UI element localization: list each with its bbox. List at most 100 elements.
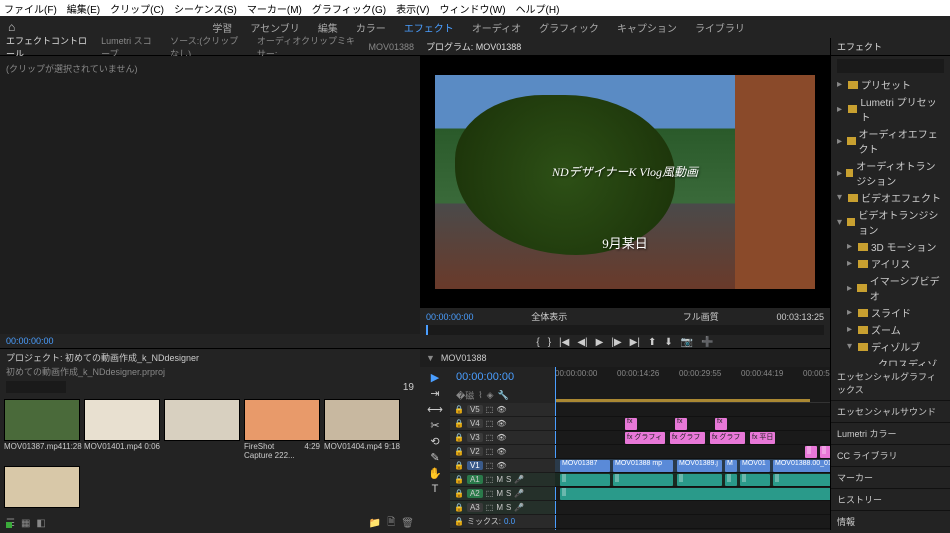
lock-icon[interactable]: 🔒 (454, 433, 464, 442)
menu-item[interactable]: クリップ(C) (110, 1, 164, 16)
clip[interactable] (613, 474, 673, 486)
pen-icon[interactable]: ✎ (430, 451, 439, 464)
collapsed-panel-header[interactable]: Lumetri カラー (831, 423, 950, 445)
ripple-icon[interactable]: ⟷ (427, 403, 443, 416)
timeline-content[interactable]: 00:00:00:0000:00:14:2600:00:29:5500:00:4… (555, 367, 830, 533)
project-item[interactable]: MOV01387.mp411:28 (4, 399, 80, 462)
snap-icon[interactable]: �磁 (456, 389, 474, 402)
lift-icon[interactable]: ⬆ (648, 337, 656, 348)
slip-icon[interactable]: ⟲ (430, 435, 439, 448)
lock-icon[interactable]: 🔒 (454, 475, 464, 484)
trash-icon[interactable]: 🗑 (401, 518, 414, 529)
effects-tree-item[interactable]: ▸アイリス (831, 255, 950, 272)
menu-item[interactable]: ヘルプ(H) (516, 1, 560, 16)
track-select-icon[interactable]: ⇥ (430, 387, 439, 400)
mic-icon[interactable]: 🎤 (514, 503, 524, 512)
wrench-icon[interactable]: 🔧 (498, 390, 509, 401)
mark-out-icon[interactable]: } (548, 337, 551, 348)
project-item[interactable]: FireShot Capture 222...4:29 (244, 399, 320, 462)
program-tc-left[interactable]: 00:00:00:00 (426, 312, 474, 322)
effects-tree-item[interactable]: ▾ビデオエフェクト (831, 189, 950, 206)
menu-item[interactable]: 編集(E) (67, 1, 100, 16)
timeline-timecode[interactable]: 00:00:00:00 (450, 367, 555, 387)
program-tab[interactable]: プログラム: MOV01388 (420, 38, 830, 56)
eye-icon[interactable]: 👁 (496, 461, 506, 470)
effects-tree-item[interactable]: ▾ディゾルブ (831, 338, 950, 355)
workspace-tab[interactable]: エフェクト (404, 20, 454, 35)
workspace-tab[interactable]: ライブラリ (695, 20, 745, 35)
effects-panel-tab[interactable]: エフェクト (831, 38, 950, 56)
lock-icon[interactable]: 🔒 (454, 419, 464, 428)
quality-dropdown[interactable]: フル画質 (683, 310, 719, 323)
track-v2[interactable] (555, 445, 830, 459)
clip[interactable]: MOV01387 (560, 460, 610, 472)
clip[interactable] (740, 474, 770, 486)
clip[interactable]: MOV01388.00_01 (773, 460, 830, 472)
clip[interactable] (820, 446, 830, 458)
project-search-input[interactable] (6, 381, 66, 393)
project-item[interactable]: MOV01401.mp40:06 (84, 399, 160, 462)
clip[interactable]: fx (625, 418, 637, 430)
track-v5[interactable] (555, 403, 830, 417)
eye-icon[interactable]: 👁 (496, 405, 506, 414)
lock-icon[interactable]: 🔒 (454, 503, 464, 512)
workspace-tab[interactable]: カラー (356, 20, 386, 35)
time-ruler[interactable]: 00:00:00:0000:00:14:2600:00:29:5500:00:4… (555, 367, 830, 403)
mic-icon[interactable]: 🎤 (514, 489, 524, 498)
source-panel-tabs[interactable]: エフェクトコントロールLumetri スコープソース:(クリップなし)オーディオ… (0, 38, 420, 56)
export-frame-icon[interactable]: 📷 (681, 337, 693, 348)
clip[interactable]: MOV01 (740, 460, 770, 472)
workspace-tab[interactable]: 学習 (212, 20, 232, 35)
effects-tree-item[interactable]: ▾ビデオトランジション (831, 206, 950, 238)
effects-tree-item[interactable]: ▸オーディオトランジション (831, 157, 950, 189)
lock-icon[interactable]: 🔒 (454, 489, 464, 498)
razor-icon[interactable]: ✂ (430, 419, 439, 432)
workspace-tab[interactable]: グラフィック (539, 20, 599, 35)
timeline-tab[interactable]: ▼ MOV01388 (420, 349, 830, 367)
program-scrubber[interactable] (426, 325, 824, 335)
fit-dropdown[interactable]: 全体表示 (531, 310, 567, 323)
extract-icon[interactable]: ⬇ (664, 337, 672, 348)
effects-tree-item[interactable]: クロスディゾルブ (831, 355, 950, 366)
effects-search-input[interactable] (837, 59, 944, 73)
link-icon[interactable]: ⌇ (478, 390, 482, 401)
type-icon[interactable]: T (432, 483, 439, 495)
track-a3[interactable] (555, 501, 830, 515)
track-a1[interactable] (555, 473, 830, 487)
hand-icon[interactable]: ✋ (428, 467, 442, 480)
eye-icon[interactable]: 👁 (496, 447, 506, 456)
track-a2[interactable] (555, 487, 830, 501)
clip[interactable] (725, 474, 737, 486)
menu-item[interactable]: グラフィック(G) (312, 1, 386, 16)
menu-item[interactable]: マーカー(M) (247, 1, 302, 16)
workspace-tab[interactable]: キャプション (617, 20, 677, 35)
step-fwd-icon[interactable]: |▶ (611, 337, 621, 348)
track-v4[interactable]: fx fx fx (555, 417, 830, 431)
effects-tree-item[interactable]: ▸スライド (831, 304, 950, 321)
clip[interactable]: fx グラフィ (625, 432, 665, 444)
project-item[interactable] (4, 466, 80, 511)
clip[interactable] (805, 446, 817, 458)
video-track-head[interactable]: 🔒V5⬚👁 (450, 403, 555, 417)
clip[interactable]: M (725, 460, 737, 472)
selection-tool-icon[interactable]: ▶ (431, 371, 439, 384)
workspace-tab[interactable]: オーディオ (472, 20, 521, 35)
home-icon[interactable]: ⌂ (8, 20, 15, 34)
eye-icon[interactable]: 👁 (496, 433, 506, 442)
new-item-icon[interactable]: 🗎 (387, 515, 395, 532)
clip[interactable]: fx (715, 418, 727, 430)
clip[interactable]: fx (675, 418, 687, 430)
menu-item[interactable]: ウィンドウ(W) (439, 1, 505, 16)
clip[interactable] (560, 488, 830, 500)
effects-tree-item[interactable]: ▸ズーム (831, 321, 950, 338)
track-v1[interactable]: MOV01387MOV01388 mpMOV01389.jMMOV01MOV01… (555, 459, 830, 473)
video-track-head[interactable]: 🔒V3⬚👁 (450, 431, 555, 445)
step-back-icon[interactable]: ◀| (577, 337, 587, 348)
marker-icon[interactable]: ◈ (487, 390, 494, 401)
clip[interactable]: MOV01389.j (677, 460, 722, 472)
clip[interactable]: fx グラフ (710, 432, 745, 444)
effects-tree-item[interactable]: ▸Lumetri プリセット (831, 93, 950, 125)
mark-in-icon[interactable]: { (536, 337, 539, 348)
eye-icon[interactable]: 👁 (496, 419, 506, 428)
clip[interactable] (677, 474, 722, 486)
